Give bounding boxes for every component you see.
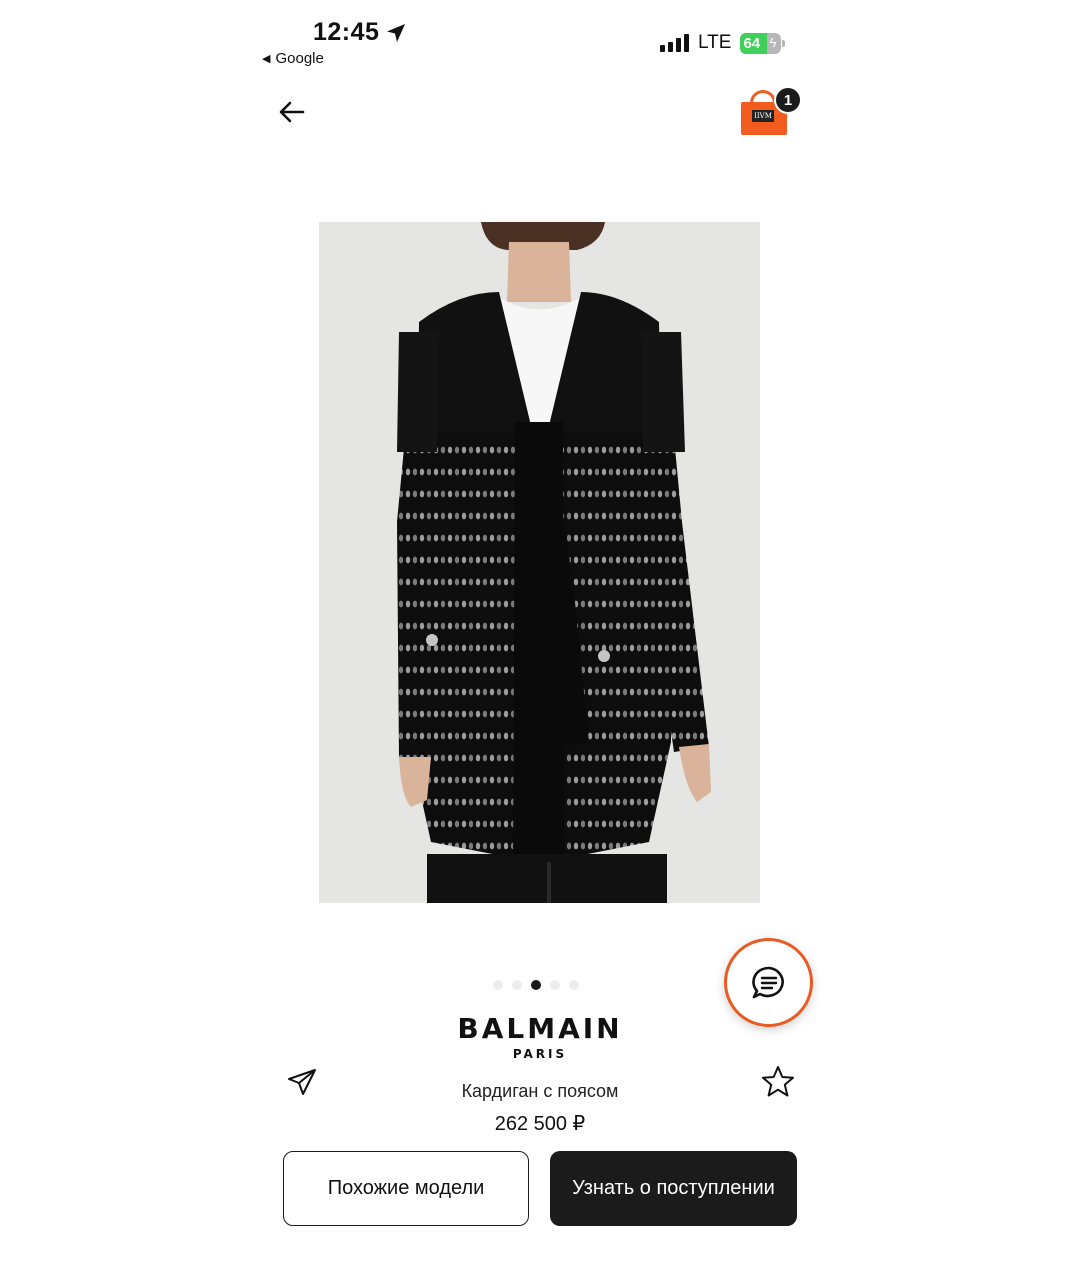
favorite-button[interactable]	[760, 1064, 796, 1100]
product-title: Кардиган с поясом	[461, 1081, 619, 1101]
gallery-pagination[interactable]	[493, 980, 579, 990]
charging-bolt-icon: ϟ	[769, 34, 777, 50]
notify-arrival-button[interactable]: Узнать о поступлении	[550, 1151, 797, 1226]
location-arrow-icon	[387, 23, 406, 42]
network-label: LTE	[698, 32, 732, 53]
gallery-dot[interactable]	[550, 980, 560, 990]
gallery-dot[interactable]	[531, 980, 541, 990]
paper-plane-icon	[288, 1069, 316, 1095]
product-photo[interactable]	[319, 222, 760, 903]
gallery-dot[interactable]	[493, 980, 503, 990]
product-price: 262 500 ₽	[494, 1113, 586, 1135]
back-button[interactable]	[276, 96, 308, 128]
arrow-left-icon	[279, 101, 305, 123]
cart-logo: IIVM	[752, 110, 774, 122]
back-app-label: Google	[275, 50, 324, 67]
battery-tip	[782, 39, 786, 47]
gallery-dot[interactable]	[569, 980, 579, 990]
brand-logo[interactable]: BALMAIN PARIS	[440, 1012, 640, 1061]
chat-bubble-icon	[751, 966, 784, 998]
chat-button[interactable]	[724, 938, 813, 1027]
back-triangle-icon: ◀	[262, 53, 271, 65]
cart-button[interactable]: IIVM 1	[740, 86, 804, 138]
cart-count-badge: 1	[774, 86, 802, 114]
status-indicators: LTE 64 ϟ	[660, 32, 786, 54]
battery-percent: 64	[743, 34, 761, 52]
back-to-app-link[interactable]: ◀ Google	[262, 50, 324, 67]
status-time: 12:45	[313, 18, 407, 47]
similar-models-button[interactable]: Похожие модели	[283, 1151, 529, 1226]
signal-icon	[660, 34, 689, 52]
brand-name: BALMAIN	[457, 1012, 623, 1045]
product-photo-illustration	[319, 222, 760, 903]
star-icon	[762, 1066, 794, 1097]
brand-subtitle: PARIS	[512, 1047, 568, 1061]
battery-icon: 64 ϟ	[740, 32, 782, 54]
status-time-text: 12:45	[313, 18, 380, 46]
gallery-dot[interactable]	[512, 980, 522, 990]
share-button[interactable]	[286, 1066, 318, 1098]
